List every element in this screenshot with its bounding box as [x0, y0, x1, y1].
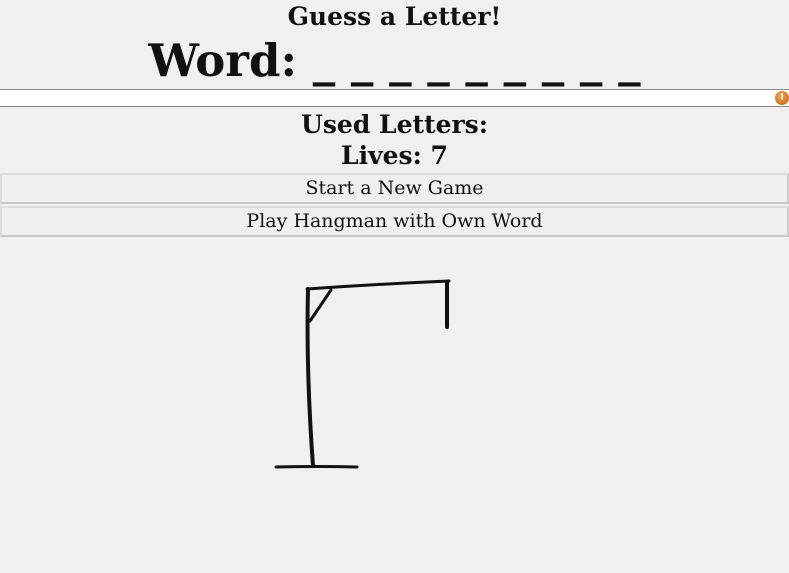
own-word-button[interactable]: Play Hangman with Own Word — [0, 206, 789, 237]
used-letters: Used Letters: — [0, 108, 789, 142]
hangman-drawing — [274, 279, 451, 469]
warning-icon: ! — [775, 91, 789, 105]
lives-counter: Lives: 7 — [341, 141, 448, 170]
word-blanks: _ _ _ _ _ _ _ _ _ — [312, 34, 641, 87]
start-new-game-button[interactable]: Start a New Game — [0, 173, 789, 204]
gallows-beam — [305, 279, 451, 291]
game-title: Guess a Letter! — [287, 2, 502, 31]
gallows-brace — [308, 288, 333, 323]
word-label: Word: — [148, 34, 298, 87]
word-display: Word: _ _ _ _ _ _ _ _ _ — [0, 34, 789, 88]
gallows-base — [274, 465, 359, 469]
used-letters-label: Used Letters: — [301, 110, 488, 139]
letter-guess-input[interactable] — [0, 89, 789, 107]
